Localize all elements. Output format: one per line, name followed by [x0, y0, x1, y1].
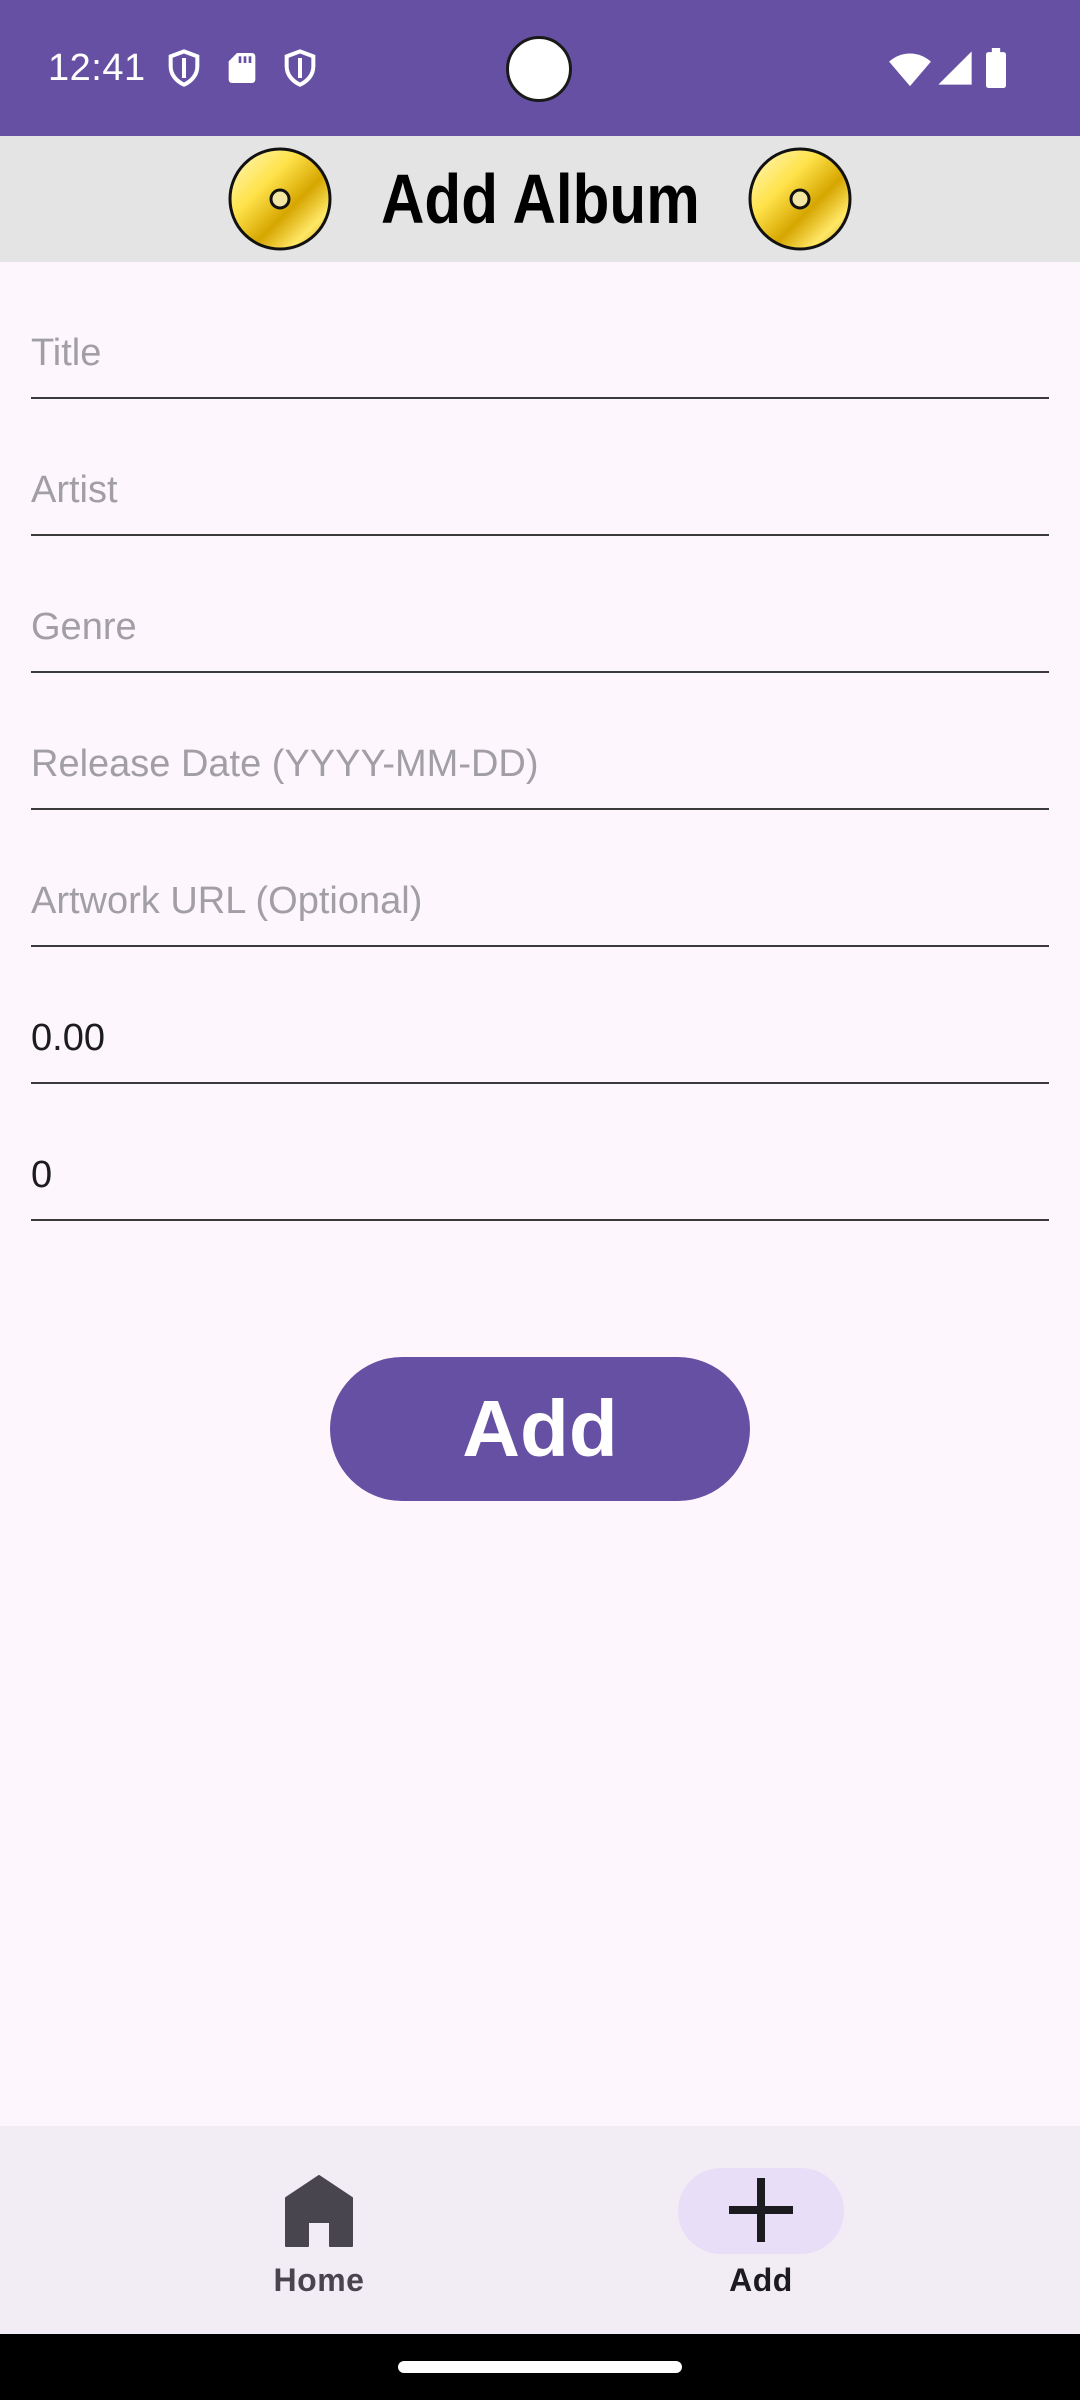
- genre-input[interactable]: [31, 593, 1049, 671]
- battery-icon: [986, 48, 1006, 88]
- bottom-navigation: Home Add: [0, 2126, 1080, 2334]
- price-input[interactable]: [31, 1004, 1049, 1082]
- sd-card-icon: [228, 53, 256, 83]
- stock-field[interactable]: [31, 1141, 1049, 1221]
- artist-field[interactable]: [31, 456, 1049, 536]
- stock-input[interactable]: [31, 1141, 1049, 1219]
- nav-label-home: Home: [273, 2262, 365, 2298]
- title-field[interactable]: [31, 319, 1049, 399]
- wifi-icon: [889, 53, 931, 87]
- nav-item-home[interactable]: Home: [189, 2126, 449, 2334]
- plus-icon: [729, 2178, 793, 2242]
- artist-input[interactable]: [31, 456, 1049, 534]
- app-header: Add Album: [0, 136, 1080, 262]
- cd-disc-icon: [228, 147, 332, 251]
- release-date-field[interactable]: [31, 730, 1049, 810]
- release-date-input[interactable]: [31, 730, 1049, 808]
- shield-icon: [168, 49, 200, 87]
- status-time: 12:41: [48, 47, 146, 89]
- status-bar: 12:41: [0, 0, 1080, 136]
- nav-label-add: Add: [729, 2262, 793, 2298]
- price-field[interactable]: [31, 1004, 1049, 1084]
- artwork-url-input[interactable]: [31, 867, 1049, 945]
- shield-icon: [284, 49, 316, 87]
- nav-item-add[interactable]: Add: [631, 2126, 891, 2334]
- cellular-signal-icon: [938, 51, 972, 85]
- page-title: Add Album: [380, 160, 700, 238]
- title-input[interactable]: [31, 319, 1049, 397]
- camera-cutout: [506, 36, 572, 102]
- system-navigation-bar: [0, 2334, 1080, 2400]
- cd-disc-icon: [748, 147, 852, 251]
- gesture-handle[interactable]: [398, 2361, 682, 2373]
- artwork-url-field[interactable]: [31, 867, 1049, 947]
- add-album-button[interactable]: Add: [330, 1357, 750, 1501]
- genre-field[interactable]: [31, 593, 1049, 673]
- home-icon: [285, 2175, 353, 2247]
